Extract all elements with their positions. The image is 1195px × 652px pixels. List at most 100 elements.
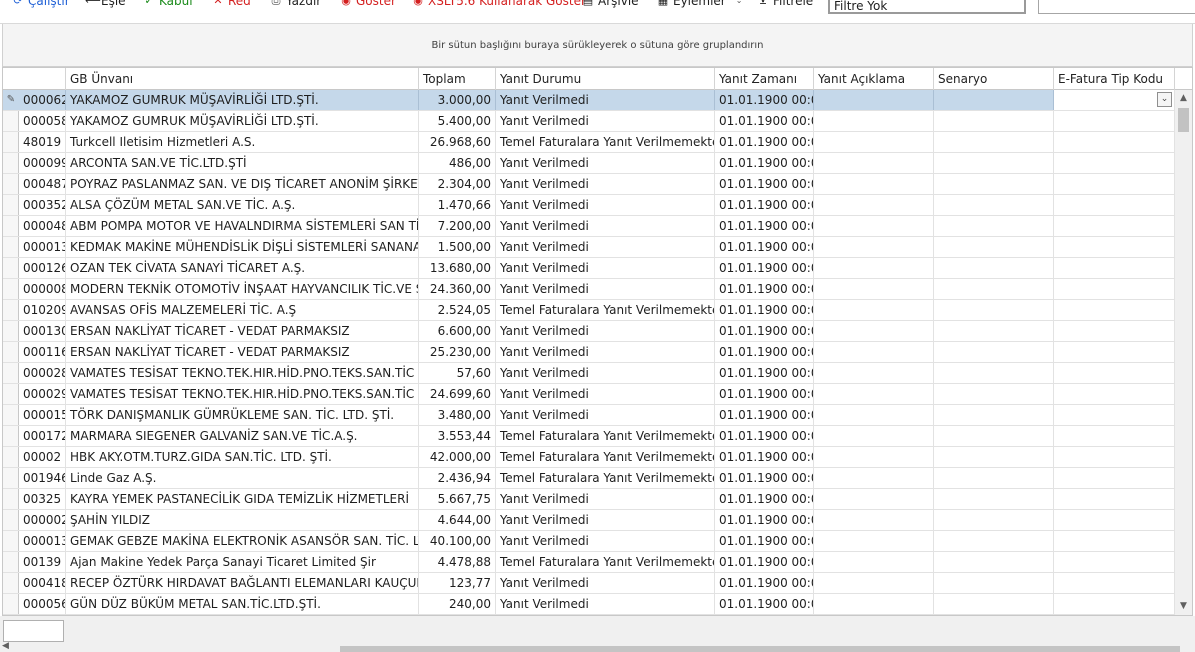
scroll-down-icon[interactable]: ▼ bbox=[1175, 598, 1192, 615]
cell-code[interactable]: 000126 bbox=[19, 258, 66, 278]
cell-yanit-aciklama[interactable] bbox=[814, 111, 934, 131]
cell-senaryo[interactable] bbox=[934, 174, 1054, 194]
cell-time[interactable]: 01.01.1900 00:00 bbox=[715, 468, 814, 488]
cell-status[interactable]: Yanıt Verilmedi bbox=[496, 342, 715, 362]
cell-senaryo[interactable] bbox=[934, 342, 1054, 362]
cell-yanit-aciklama[interactable] bbox=[814, 300, 934, 320]
cell-efatura-tip-kodu[interactable] bbox=[1054, 468, 1175, 488]
row-indicator[interactable] bbox=[3, 447, 19, 467]
cell-senaryo[interactable] bbox=[934, 531, 1054, 551]
cell-senaryo[interactable] bbox=[934, 195, 1054, 215]
cell-yanit-aciklama[interactable] bbox=[814, 216, 934, 236]
cell-name[interactable]: ARCONTA SAN.VE TİC.LTD.ŞTİ bbox=[66, 153, 419, 173]
cell-status[interactable]: Yanıt Verilmedi bbox=[496, 216, 715, 236]
cell-name[interactable]: HBK AKY.OTM.TURZ.GIDA SAN.TİC. LTD. ŞTİ. bbox=[66, 447, 419, 467]
cell-time[interactable]: 01.01.1900 00:00 bbox=[715, 447, 814, 467]
cell-name[interactable]: ALSA ÇÖZÜM METAL SAN.VE TİC. A.Ş. bbox=[66, 195, 419, 215]
cell-time[interactable]: 01.01.1900 00:00 bbox=[715, 216, 814, 236]
cell-efatura-tip-kodu[interactable] bbox=[1054, 300, 1175, 320]
cell-total[interactable]: 26.968,60 bbox=[419, 132, 496, 152]
cell-senaryo[interactable] bbox=[934, 594, 1054, 614]
cell-status[interactable]: Yanıt Verilmedi bbox=[496, 90, 715, 110]
cell-time[interactable]: 01.01.1900 00:00 bbox=[715, 258, 814, 278]
cell-yanit-aciklama[interactable] bbox=[814, 90, 934, 110]
cell-total[interactable]: 2.524,05 bbox=[419, 300, 496, 320]
cell-status[interactable]: Yanıt Verilmedi bbox=[496, 489, 715, 509]
cell-senaryo[interactable] bbox=[934, 216, 1054, 236]
row-indicator[interactable] bbox=[3, 552, 19, 572]
column-header-efatura-tip-kodu[interactable]: E-Fatura Tip Kodu bbox=[1054, 68, 1175, 90]
cell-status[interactable]: Temel Faturalara Yanıt Verilmemektedir bbox=[496, 132, 715, 152]
cell-name[interactable]: ŞAHİN YILDIZ bbox=[66, 510, 419, 530]
cell-total[interactable]: 13.680,00 bbox=[419, 258, 496, 278]
table-row[interactable]: 000418 RECEP ÖZTÜRK HIRDAVAT BAĞLANTI ELE… bbox=[3, 573, 1175, 594]
cell-status[interactable]: Yanıt Verilmedi bbox=[496, 363, 715, 383]
cell-status[interactable]: Yanıt Verilmedi bbox=[496, 594, 715, 614]
group-panel[interactable]: Bir sütun başlığını buraya sürükleyerek … bbox=[2, 24, 1193, 67]
toolbar-button-2[interactable]: ✓ Kabul bbox=[143, 0, 192, 8]
cell-yanit-aciklama[interactable] bbox=[814, 132, 934, 152]
row-indicator[interactable] bbox=[3, 195, 19, 215]
cell-efatura-tip-kodu[interactable] bbox=[1054, 405, 1175, 425]
cell-efatura-tip-kodu[interactable] bbox=[1054, 447, 1175, 467]
cell-status[interactable]: Temel Faturalara Yanıt Verilmemektedir bbox=[496, 426, 715, 446]
cell-senaryo[interactable] bbox=[934, 384, 1054, 404]
table-row[interactable]: 000048 ABM POMPA MOTOR VE HAVALNDIRMA SİS… bbox=[3, 216, 1175, 237]
cell-total[interactable]: 2.436,94 bbox=[419, 468, 496, 488]
table-row[interactable]: 00325 KAYRA YEMEK PASTANECİLİK GIDA TEMİZ… bbox=[3, 489, 1175, 510]
table-row[interactable]: 000099 ARCONTA SAN.VE TİC.LTD.ŞTİ 486,00 Ya… bbox=[3, 153, 1175, 174]
edit-pencil-icon[interactable]: ✎ bbox=[3, 90, 19, 110]
cell-code[interactable]: 010209 bbox=[19, 300, 66, 320]
row-indicator[interactable] bbox=[3, 384, 19, 404]
cell-time[interactable]: 01.01.1900 00:00 bbox=[715, 342, 814, 362]
cell-code[interactable]: 00002 bbox=[19, 447, 66, 467]
cell-yanit-aciklama[interactable] bbox=[814, 468, 934, 488]
cell-code[interactable]: 000002 bbox=[19, 510, 66, 530]
cell-name[interactable]: AVANSAS OFİS MALZEMELERİ TİC. A.Ş bbox=[66, 300, 419, 320]
cell-name[interactable]: Ajan Makine Yedek Parça Sanayi Ticaret L… bbox=[66, 552, 419, 572]
column-header-code[interactable] bbox=[19, 68, 66, 90]
cell-code[interactable]: 000013 bbox=[19, 237, 66, 257]
cell-code[interactable]: 001946 bbox=[19, 468, 66, 488]
cell-time[interactable]: 01.01.1900 00:00 bbox=[715, 237, 814, 257]
cell-time[interactable]: 01.01.1900 00:00 bbox=[715, 321, 814, 341]
filter-select[interactable]: Filtre Yok bbox=[828, 0, 1026, 14]
cell-time[interactable]: 01.01.1900 00:00 bbox=[715, 531, 814, 551]
cell-code[interactable]: 000028 bbox=[19, 363, 66, 383]
cell-name[interactable]: GEMAK GEBZE MAKİNA ELEKTRONİK ASANSÖR SA… bbox=[66, 531, 419, 551]
cell-time[interactable]: 01.01.1900 00:00 bbox=[715, 405, 814, 425]
cell-time[interactable]: 01.01.1900 00:00 bbox=[715, 90, 814, 110]
cell-senaryo[interactable] bbox=[934, 405, 1054, 425]
row-indicator[interactable] bbox=[3, 258, 19, 278]
cell-senaryo[interactable] bbox=[934, 321, 1054, 341]
cell-status[interactable]: Yanıt Verilmedi bbox=[496, 531, 715, 551]
cell-yanit-aciklama[interactable] bbox=[814, 552, 934, 572]
cell-efatura-tip-kodu[interactable] bbox=[1054, 321, 1175, 341]
cell-total[interactable]: 24.360,00 bbox=[419, 279, 496, 299]
toolbar-button-8[interactable]: ▦ Eylemler ⌄ bbox=[657, 0, 743, 8]
cell-time[interactable]: 01.01.1900 00:00 bbox=[715, 510, 814, 530]
cell-name[interactable]: RECEP ÖZTÜRK HIRDAVAT BAĞLANTI ELEMANLAR… bbox=[66, 573, 419, 593]
row-indicator[interactable] bbox=[3, 111, 19, 131]
cell-status[interactable]: Yanıt Verilmedi bbox=[496, 405, 715, 425]
column-header-yanit-durumu[interactable]: Yanıt Durumu bbox=[496, 68, 715, 90]
toolbar-button-6[interactable]: ◉ XSLT5.6 Kullanarak Göster bbox=[412, 0, 586, 8]
cell-time[interactable]: 01.01.1900 00:00 bbox=[715, 552, 814, 572]
cell-time[interactable]: 01.01.1900 00:00 bbox=[715, 174, 814, 194]
cell-yanit-aciklama[interactable] bbox=[814, 342, 934, 362]
cell-time[interactable]: 01.01.1900 00:00 bbox=[715, 594, 814, 614]
cell-name[interactable]: KEDMAK MAKİNE MÜHENDİSLİK DİŞLİ SİSTEMLE… bbox=[66, 237, 419, 257]
cell-efatura-tip-kodu[interactable] bbox=[1054, 342, 1175, 362]
row-indicator[interactable] bbox=[3, 342, 19, 362]
cell-name[interactable]: KAYRA YEMEK PASTANECİLİK GIDA TEMİZLİK H… bbox=[66, 489, 419, 509]
column-header-toplam[interactable]: Toplam bbox=[419, 68, 496, 90]
cell-efatura-tip-kodu[interactable] bbox=[1054, 153, 1175, 173]
cell-total[interactable]: 4.644,00 bbox=[419, 510, 496, 530]
cell-time[interactable]: 01.01.1900 00:00 bbox=[715, 195, 814, 215]
cell-senaryo[interactable] bbox=[934, 300, 1054, 320]
table-row[interactable]: 000002 ŞAHİN YILDIZ 4.644,00 Yanıt Verilmed… bbox=[3, 510, 1175, 531]
row-indicator[interactable] bbox=[3, 405, 19, 425]
cell-time[interactable]: 01.01.1900 00:00 bbox=[715, 111, 814, 131]
toolbar-button-7[interactable]: ▤ Arşivle bbox=[582, 0, 639, 8]
row-indicator[interactable] bbox=[3, 237, 19, 257]
